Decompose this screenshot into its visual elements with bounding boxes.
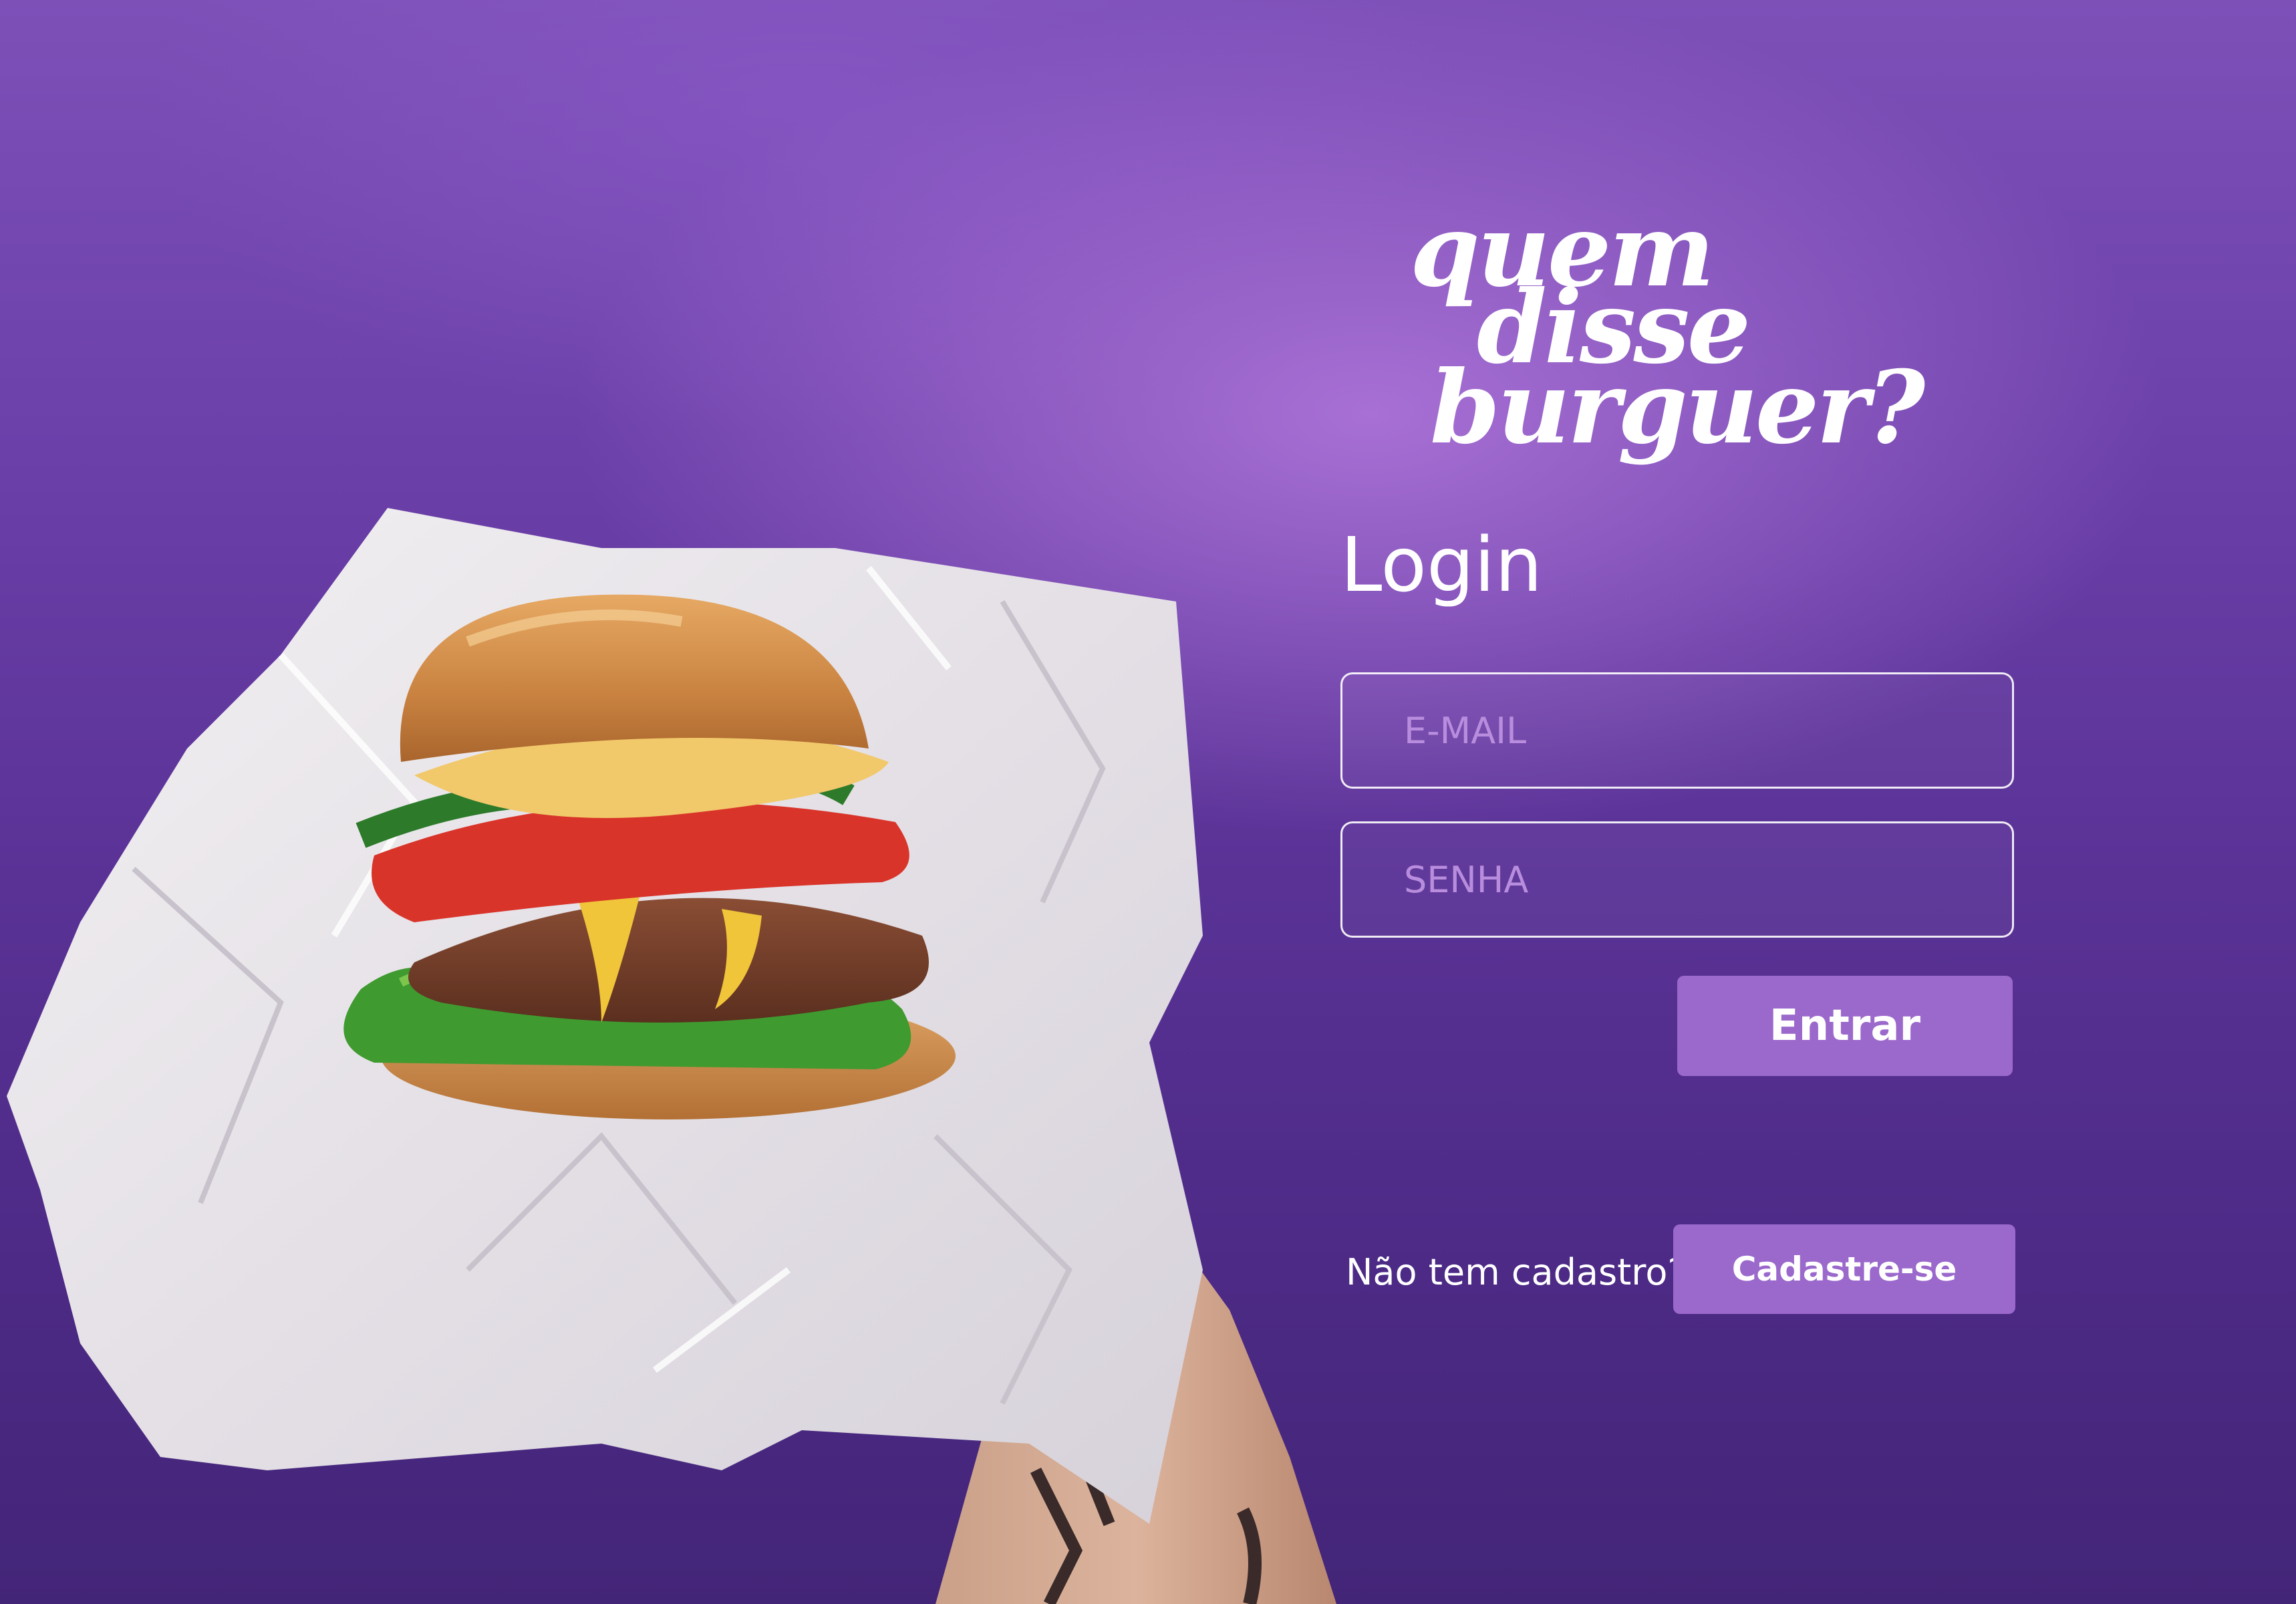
login-button[interactable]: Entrar	[1677, 976, 2013, 1076]
logo-line-3: burguer?	[1430, 349, 1925, 466]
brand-logo: quem disse burguer?	[1410, 200, 2011, 495]
email-input[interactable]	[1342, 674, 2012, 787]
signup-button[interactable]: Cadastre-se	[1673, 1224, 2015, 1314]
login-title: Login	[1340, 522, 1543, 609]
password-input[interactable]	[1342, 823, 2012, 936]
email-field	[1340, 672, 2014, 789]
password-field	[1340, 821, 2014, 938]
signup-prompt: Não tem cadastro?	[1346, 1251, 1687, 1293]
burger-photo	[0, 0, 1403, 1604]
